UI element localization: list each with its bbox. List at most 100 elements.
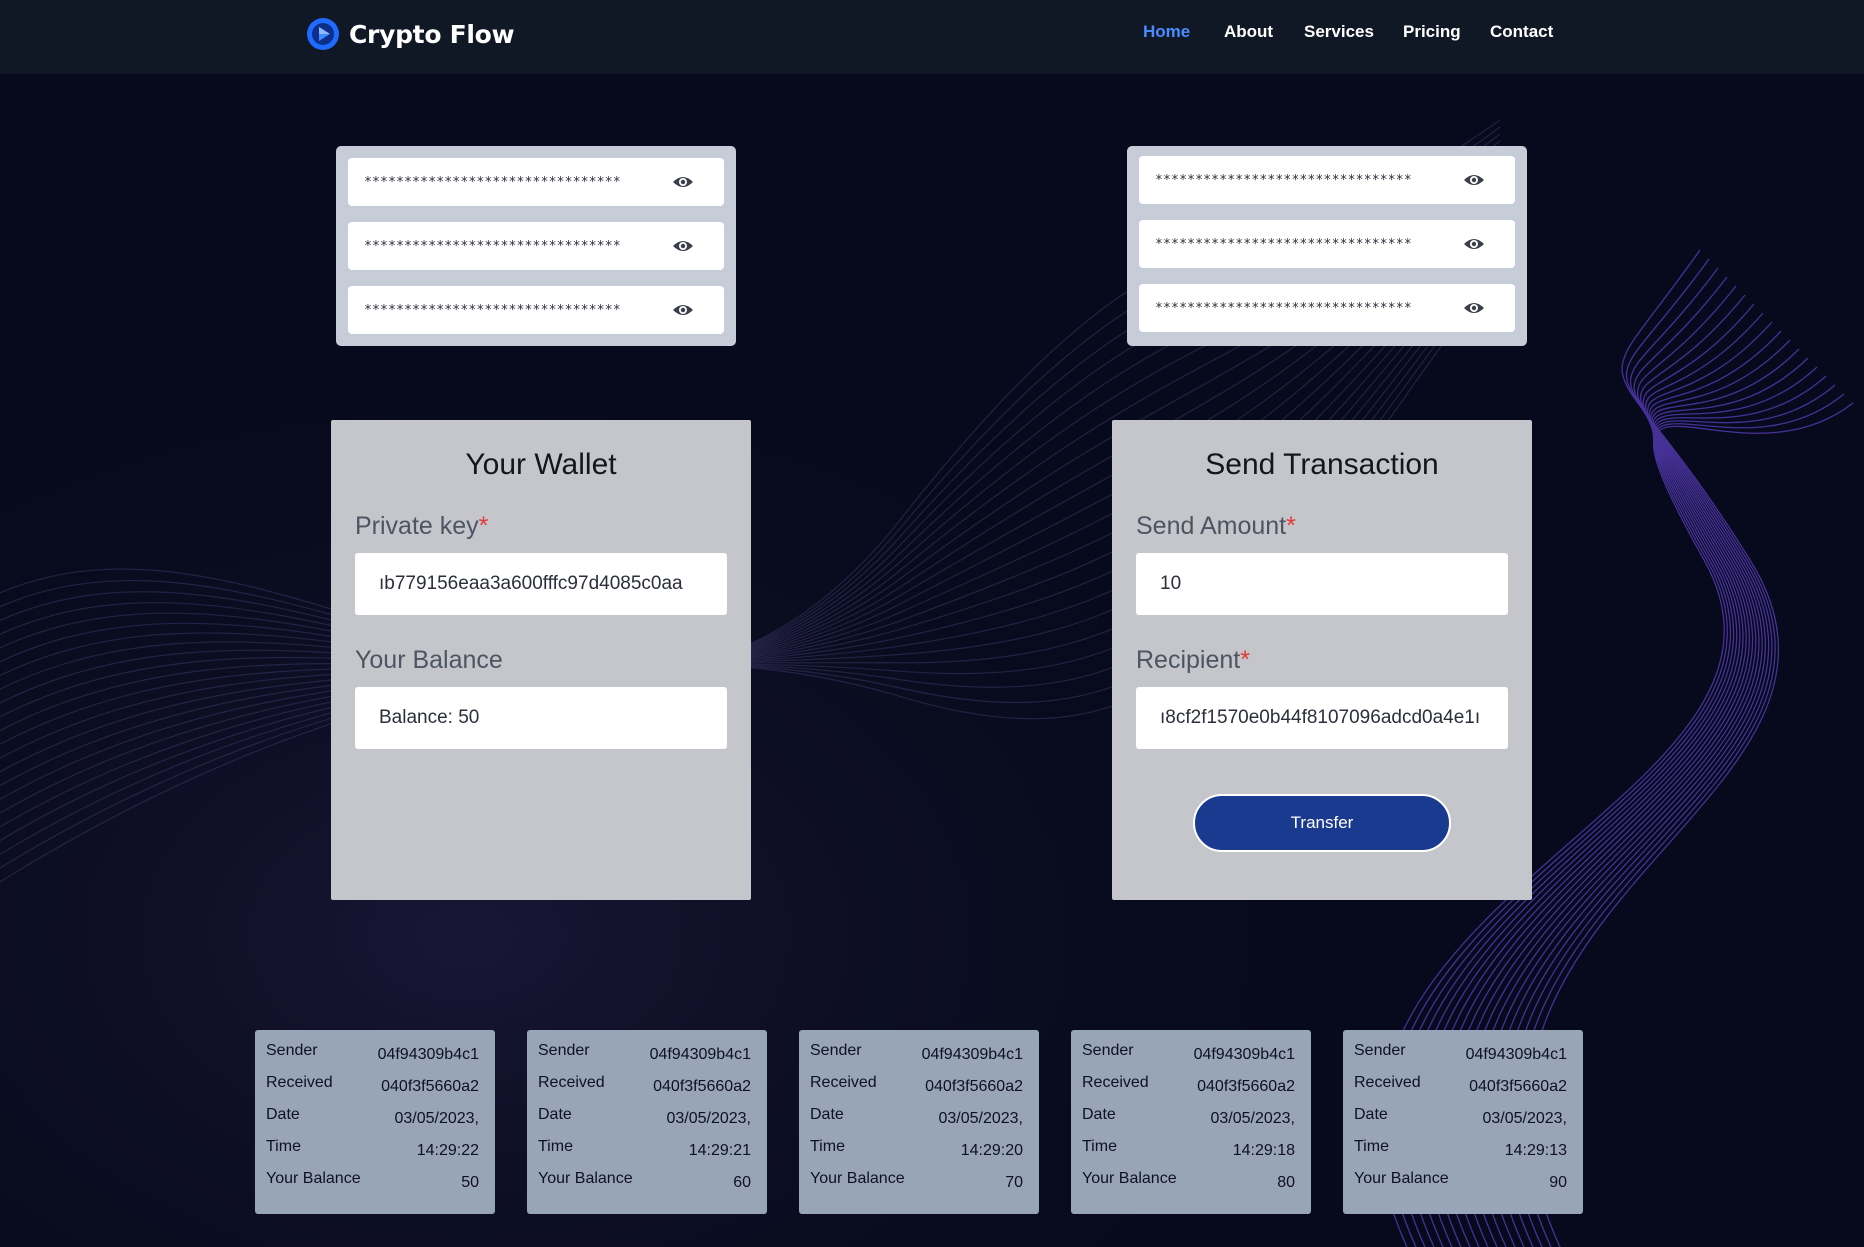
transaction-field-label: Received xyxy=(1354,1074,1421,1091)
send-transaction-card: Send Transaction Send Amount* 10 Recipie… xyxy=(1112,420,1532,900)
top-navbar: Crypto Flow Home About Services Pricing … xyxy=(0,0,1864,74)
send-amount-label: Send Amount* xyxy=(1136,512,1296,540)
nav-home[interactable]: Home xyxy=(1143,22,1190,42)
transaction-row: Date 03/05/2023, xyxy=(538,1106,751,1132)
transaction-row: Received 040f3f5660a2 xyxy=(810,1074,1023,1100)
transaction-field-value: 040f3f5660a2 xyxy=(1197,1078,1295,1095)
transaction-field-value: 03/05/2023, xyxy=(1482,1110,1567,1127)
send-amount-input[interactable]: 10 xyxy=(1136,553,1508,615)
eye-icon[interactable] xyxy=(1463,298,1485,318)
transaction-field-label: Sender xyxy=(1354,1042,1406,1059)
transaction-row: Received 040f3f5660a2 xyxy=(538,1074,751,1100)
eye-icon[interactable] xyxy=(1463,234,1485,254)
transaction-field-value: 14:29:21 xyxy=(688,1142,751,1159)
eye-icon[interactable] xyxy=(672,236,694,256)
send-title: Send Transaction xyxy=(1205,448,1439,481)
transaction-row: Sender 04f94309b4c1 xyxy=(1082,1042,1295,1068)
transaction-field-value: 14:29:20 xyxy=(960,1142,1023,1159)
transaction-field-label: Date xyxy=(266,1106,300,1123)
masked-key: ******************************** xyxy=(1155,172,1412,188)
transaction-field-label: Date xyxy=(1082,1106,1116,1123)
transaction-row: Received 040f3f5660a2 xyxy=(1354,1074,1567,1100)
key-row[interactable]: ******************************** xyxy=(1139,156,1515,204)
nav-pricing[interactable]: Pricing xyxy=(1403,22,1461,42)
transaction-row: Sender 04f94309b4c1 xyxy=(1354,1042,1567,1068)
transaction-field-label: Received xyxy=(810,1074,877,1091)
transaction-field-value: 90 xyxy=(1549,1174,1567,1191)
transaction-row: Time 14:29:22 xyxy=(266,1138,479,1164)
transaction-card: Sender 04f94309b4c1 Received 040f3f5660a2 Da… xyxy=(255,1030,495,1214)
transaction-row: Your Balance 90 xyxy=(1354,1170,1567,1196)
transaction-card: Sender 04f94309b4c1 Received 040f3f5660a2 Da… xyxy=(799,1030,1039,1214)
eye-icon[interactable] xyxy=(1463,170,1485,190)
transaction-row: Your Balance 50 xyxy=(266,1170,479,1196)
transaction-field-value: 80 xyxy=(1277,1174,1295,1191)
transaction-field-value: 04f94309b4c1 xyxy=(377,1046,479,1063)
transaction-row: Date 03/05/2023, xyxy=(1354,1106,1567,1132)
transaction-row: Time 14:29:13 xyxy=(1354,1138,1567,1164)
transaction-field-value: 040f3f5660a2 xyxy=(925,1078,1023,1095)
transaction-field-label: Received xyxy=(1082,1074,1149,1091)
nav-menu: Home About Services Pricing Contact xyxy=(0,22,1864,52)
transaction-field-label: Date xyxy=(1354,1106,1388,1123)
transaction-field-label: Sender xyxy=(810,1042,862,1059)
balance-value: Balance: 50 xyxy=(379,707,480,728)
transaction-field-label: Received xyxy=(538,1074,605,1091)
transaction-row: Sender 04f94309b4c1 xyxy=(266,1042,479,1068)
transaction-field-label: Your Balance xyxy=(266,1170,361,1187)
eye-icon[interactable] xyxy=(672,172,694,192)
nav-services[interactable]: Services xyxy=(1304,22,1374,42)
transaction-row: Received 040f3f5660a2 xyxy=(1082,1074,1295,1100)
key-row[interactable]: ******************************** xyxy=(1139,284,1515,332)
transaction-field-label: Date xyxy=(810,1106,844,1123)
private-key-input[interactable]: ıb779156eaa3a600fffc97d4085c0aa xyxy=(355,553,727,615)
transaction-field-label: Time xyxy=(1354,1138,1389,1155)
transaction-field-label: Sender xyxy=(1082,1042,1134,1059)
transaction-field-value: 70 xyxy=(1005,1174,1023,1191)
transaction-row: Time 14:29:20 xyxy=(810,1138,1023,1164)
transfer-button[interactable]: Transfer xyxy=(1193,794,1451,852)
transaction-field-label: Your Balance xyxy=(1354,1170,1449,1187)
key-row[interactable]: ******************************** xyxy=(348,286,724,334)
key-panel-left: ******************************** *******… xyxy=(336,146,736,346)
transaction-field-value: 50 xyxy=(461,1174,479,1191)
key-row[interactable]: ******************************** xyxy=(348,222,724,270)
transaction-field-value: 03/05/2023, xyxy=(938,1110,1023,1127)
eye-icon[interactable] xyxy=(672,300,694,320)
transaction-field-value: 03/05/2023, xyxy=(1210,1110,1295,1127)
transaction-field-value: 04f94309b4c1 xyxy=(921,1046,1023,1063)
transaction-field-value: 03/05/2023, xyxy=(666,1110,751,1127)
wallet-card: Your Wallet Private key* ıb779156eaa3a60… xyxy=(331,420,751,900)
transaction-field-value: 040f3f5660a2 xyxy=(381,1078,479,1095)
wallet-title: Your Wallet xyxy=(465,448,617,481)
recipient-label: Recipient* xyxy=(1136,646,1250,674)
masked-key: ******************************** xyxy=(364,174,621,190)
recipient-input[interactable]: ı8cf2f1570e0b44f8107096adcd0a4e1ı xyxy=(1136,687,1508,749)
transaction-row: Date 03/05/2023, xyxy=(266,1106,479,1132)
transaction-field-label: Your Balance xyxy=(538,1170,633,1187)
transaction-card: Sender 04f94309b4c1 Received 040f3f5660a2 Da… xyxy=(1071,1030,1311,1214)
transaction-field-label: Time xyxy=(810,1138,845,1155)
transaction-row: Sender 04f94309b4c1 xyxy=(538,1042,751,1068)
transaction-field-label: Time xyxy=(538,1138,573,1155)
send-amount-value: 10 xyxy=(1160,573,1182,594)
key-row[interactable]: ******************************** xyxy=(1139,220,1515,268)
balance-field: Balance: 50 xyxy=(355,687,727,749)
nav-about[interactable]: About xyxy=(1224,22,1273,42)
transaction-row: Time 14:29:21 xyxy=(538,1138,751,1164)
transaction-field-label: Sender xyxy=(538,1042,590,1059)
transaction-row: Date 03/05/2023, xyxy=(810,1106,1023,1132)
transaction-row: Your Balance 60 xyxy=(538,1170,751,1196)
nav-contact[interactable]: Contact xyxy=(1490,22,1553,42)
transaction-row: Received 040f3f5660a2 xyxy=(266,1074,479,1100)
transaction-field-value: 14:29:13 xyxy=(1504,1142,1567,1159)
transaction-field-value: 04f94309b4c1 xyxy=(1465,1046,1567,1063)
transaction-field-value: 14:29:22 xyxy=(416,1142,479,1159)
transaction-field-label: Time xyxy=(1082,1138,1117,1155)
transaction-row: Time 14:29:18 xyxy=(1082,1138,1295,1164)
transaction-field-label: Your Balance xyxy=(810,1170,905,1187)
key-panel-right: ******************************** *******… xyxy=(1127,146,1527,346)
transaction-row: Your Balance 80 xyxy=(1082,1170,1295,1196)
transaction-field-value: 03/05/2023, xyxy=(394,1110,479,1127)
key-row[interactable]: ******************************** xyxy=(348,158,724,206)
